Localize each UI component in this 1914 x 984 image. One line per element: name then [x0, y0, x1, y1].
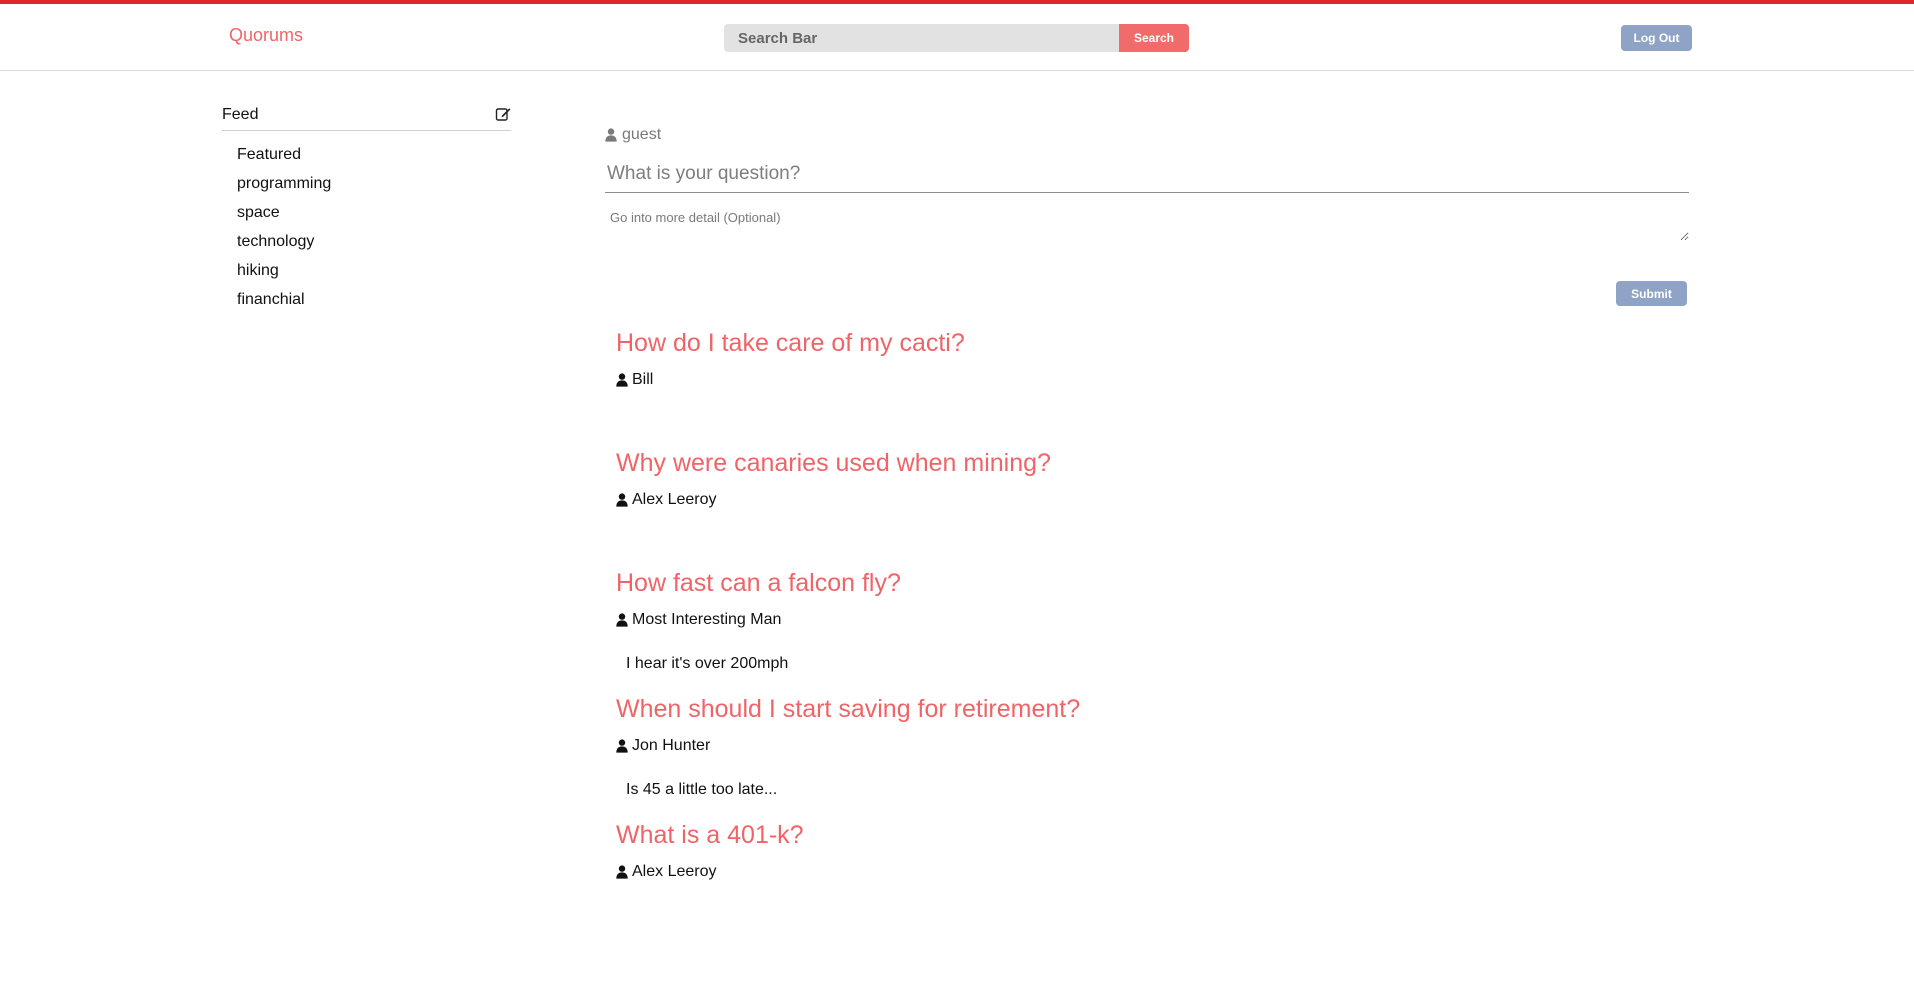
- question-author: Jon Hunter: [616, 736, 1689, 756]
- sidebar: Feed Featured programming space technolo…: [222, 104, 511, 314]
- question-item: Why were canaries used when mining? Alex…: [616, 427, 1689, 547]
- search-input[interactable]: [724, 24, 1119, 52]
- feed-header: Feed: [222, 104, 511, 131]
- question-body: I hear it's over 200mph: [626, 655, 789, 672]
- search-button[interactable]: Search: [1119, 24, 1189, 52]
- author-name[interactable]: Alex Leeroy: [632, 863, 717, 881]
- detail-textarea[interactable]: [605, 204, 1689, 241]
- author-name[interactable]: Alex Leeroy: [632, 491, 717, 509]
- question-author: Alex Leeroy: [616, 862, 1689, 882]
- author-name[interactable]: Most Interesting Man: [632, 611, 781, 629]
- brand-logo-link[interactable]: Quorums: [229, 25, 303, 46]
- user-icon: [616, 613, 628, 627]
- author-name[interactable]: Jon Hunter: [632, 737, 710, 755]
- feed-title: Feed: [222, 106, 259, 123]
- question-author: Bill: [616, 370, 1689, 390]
- user-icon: [616, 493, 628, 507]
- asker-info: guest: [605, 124, 1689, 146]
- question-item: When should I start saving for retiremen…: [616, 675, 1689, 801]
- question-title[interactable]: How fast can a falcon fly?: [616, 568, 901, 598]
- question-list: How do I take care of my cacti? Bill Why…: [605, 307, 1689, 882]
- sidebar-item-financhial[interactable]: financhial: [237, 285, 511, 314]
- submit-button[interactable]: Submit: [1616, 281, 1687, 306]
- edit-icon[interactable]: [495, 106, 511, 122]
- question-title[interactable]: What is a 401-k?: [616, 820, 804, 850]
- question-title[interactable]: How do I take care of my cacti?: [616, 328, 965, 358]
- question-author: Most Interesting Man: [616, 610, 1689, 630]
- question-spacer: [616, 510, 1689, 547]
- sidebar-item-hiking[interactable]: hiking: [237, 256, 511, 285]
- sidebar-item-space[interactable]: space: [237, 198, 511, 227]
- sidebar-item-featured[interactable]: Featured: [237, 140, 511, 169]
- top-navbar: Quorums Search Log Out: [0, 4, 1914, 71]
- question-title[interactable]: Why were canaries used when mining?: [616, 448, 1051, 478]
- question-item: How fast can a falcon fly? Most Interest…: [616, 547, 1689, 675]
- submit-row: Submit: [605, 281, 1689, 307]
- user-icon: [616, 865, 628, 879]
- question-author: Alex Leeroy: [616, 490, 1689, 510]
- search-form: Search: [724, 24, 1189, 52]
- asker-username: guest: [622, 126, 662, 143]
- question-body: Is 45 a little too late...: [626, 781, 778, 798]
- topic-list: Featured programming space technology hi…: [222, 131, 511, 314]
- question-input[interactable]: [605, 155, 1689, 193]
- question-spacer: [616, 390, 1689, 427]
- author-name[interactable]: Bill: [632, 371, 653, 389]
- sidebar-item-programming[interactable]: programming: [237, 169, 511, 198]
- user-icon: [616, 739, 628, 753]
- main-content: guest Submit How do I take care of my ca…: [605, 124, 1689, 882]
- logout-button[interactable]: Log Out: [1621, 25, 1692, 51]
- sidebar-item-technology[interactable]: technology: [237, 227, 511, 256]
- question-title[interactable]: When should I start saving for retiremen…: [616, 694, 1080, 724]
- question-item: What is a 401-k? Alex Leeroy: [616, 801, 1689, 882]
- user-icon: [616, 373, 628, 387]
- user-icon: [605, 128, 617, 142]
- question-item: How do I take care of my cacti? Bill: [616, 307, 1689, 427]
